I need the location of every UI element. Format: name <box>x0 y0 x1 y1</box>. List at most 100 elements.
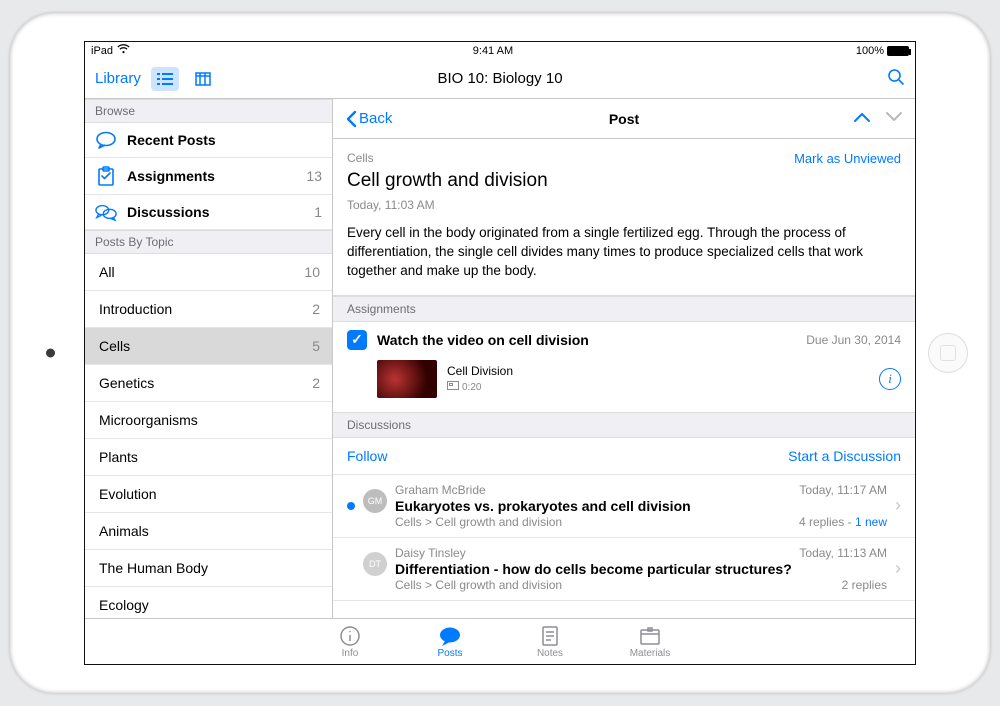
assignment-checkbox[interactable]: ✓ <box>347 330 367 350</box>
chevron-right-icon: › <box>895 558 901 579</box>
library-button[interactable]: Library <box>95 70 141 87</box>
browse-label: Assignments <box>127 168 296 184</box>
status-bar: iPad 9:41 AM 100% <box>85 42 915 59</box>
tab-label: Posts <box>437 648 462 659</box>
discussion-author: Daisy Tinsley <box>395 546 466 560</box>
browse-item-discussions[interactable]: Discussions 1 <box>85 195 332 230</box>
topic-item-the-human-body[interactable]: The Human Body <box>85 550 332 587</box>
discussion-path: Cells > Cell growth and division <box>395 515 562 529</box>
main-nav: Library BIO 10: Biology 10 <box>85 59 915 99</box>
ipad-bezel: iPad 9:41 AM 100% Library <box>10 13 990 693</box>
sidebar: Browse Recent Posts Assignments 13 Discu… <box>85 99 333 618</box>
post-header: Cells Mark as Unviewed Cell growth and d… <box>333 139 915 296</box>
next-post-button[interactable] <box>885 111 903 126</box>
tab-notes[interactable]: Notes <box>521 625 579 659</box>
tab-posts[interactable]: Posts <box>421 625 479 659</box>
browse-header: Browse <box>85 99 332 123</box>
discussion-title: Eukaryotes vs. prokaryotes and cell divi… <box>395 498 887 514</box>
materials-icon <box>639 625 661 647</box>
topic-item-genetics[interactable]: Genetics 2 <box>85 365 332 402</box>
browse-item-assignments[interactable]: Assignments 13 <box>85 158 332 195</box>
video-thumbnail[interactable] <box>377 360 437 398</box>
discussion-time: Today, 11:17 AM <box>799 483 887 497</box>
discussion-replies: 2 replies <box>842 578 887 592</box>
video-icon <box>447 381 459 393</box>
battery-pct: 100% <box>856 45 884 57</box>
battery-icon <box>887 46 909 56</box>
discussions-header: Discussions <box>333 412 915 438</box>
topic-item-cells[interactable]: Cells 5 <box>85 328 332 365</box>
topic-count: 5 <box>312 338 320 354</box>
topic-label: Microorganisms <box>99 412 198 428</box>
topic-count: 10 <box>304 264 320 280</box>
info-icon <box>339 625 361 647</box>
back-label: Back <box>359 110 392 127</box>
prev-post-button[interactable] <box>853 111 871 126</box>
speech-icon <box>95 131 117 149</box>
assign-icon <box>95 166 117 186</box>
tab-materials[interactable]: Materials <box>621 625 679 659</box>
posts-icon <box>438 625 462 647</box>
wifi-icon <box>117 44 130 57</box>
list-view-button[interactable] <box>151 67 179 91</box>
topic-item-evolution[interactable]: Evolution <box>85 476 332 513</box>
back-button[interactable]: Back <box>345 110 392 128</box>
calendar-view-button[interactable] <box>189 67 217 91</box>
discussion-replies: 4 replies - 1 new <box>799 515 887 529</box>
detail-nav: Back Post <box>333 99 915 139</box>
topic-item-all[interactable]: All 10 <box>85 254 332 291</box>
info-button[interactable]: i <box>879 368 901 390</box>
discussion-item[interactable]: DT Daisy Tinsley Today, 11:13 AM Differe… <box>333 538 915 601</box>
follow-button[interactable]: Follow <box>347 448 387 464</box>
topic-item-introduction[interactable]: Introduction 2 <box>85 291 332 328</box>
topic-label: Genetics <box>99 375 154 391</box>
attachment-duration: 0:20 <box>462 382 481 393</box>
assignment-due: Due Jun 30, 2014 <box>806 333 901 347</box>
topic-item-animals[interactable]: Animals <box>85 513 332 550</box>
topic-count: 2 <box>312 375 320 391</box>
topic-item-plants[interactable]: Plants <box>85 439 332 476</box>
topic-label: Animals <box>99 523 149 539</box>
assignment-item[interactable]: ✓ Watch the video on cell division Due J… <box>333 322 915 412</box>
tab-info[interactable]: Info <box>321 625 379 659</box>
page-title: BIO 10: Biology 10 <box>437 70 562 87</box>
post-category: Cells <box>347 151 374 166</box>
avatar: GM <box>363 489 387 513</box>
unread-dot-icon <box>347 502 355 510</box>
search-button[interactable] <box>887 68 905 90</box>
chevron-right-icon: › <box>895 495 901 516</box>
mark-unviewed-button[interactable]: Mark as Unviewed <box>794 151 901 166</box>
topic-label: Evolution <box>99 486 157 502</box>
detail-title: Post <box>609 111 639 127</box>
device-label: iPad <box>91 45 113 57</box>
browse-count: 1 <box>314 204 322 220</box>
topic-item-microorganisms[interactable]: Microorganisms <box>85 402 332 439</box>
tab-label: Materials <box>630 648 671 659</box>
discussion-title: Differentiation - how do cells become pa… <box>395 561 887 577</box>
browse-label: Recent Posts <box>127 132 312 148</box>
browse-label: Discussions <box>127 204 304 220</box>
assignment-title: Watch the video on cell division <box>377 332 796 348</box>
discussion-path: Cells > Cell growth and division <box>395 578 562 592</box>
post-time: Today, 11:03 AM <box>347 198 901 212</box>
camera-dot <box>46 349 55 358</box>
browse-item-recent-posts[interactable]: Recent Posts <box>85 123 332 158</box>
post-title: Cell growth and division <box>347 170 901 192</box>
browse-count: 13 <box>306 168 322 184</box>
discussion-author: Graham McBride <box>395 483 486 497</box>
assignments-header: Assignments <box>333 296 915 322</box>
tab-label: Notes <box>537 648 563 659</box>
post-body: Every cell in the body originated from a… <box>347 224 901 281</box>
notes-icon <box>541 625 559 647</box>
topic-item-ecology[interactable]: Ecology <box>85 587 332 618</box>
status-time: 9:41 AM <box>473 45 513 57</box>
topics-header: Posts By Topic <box>85 230 332 254</box>
discussion-item[interactable]: GM Graham McBride Today, 11:17 AM Eukary… <box>333 475 915 538</box>
topic-label: The Human Body <box>99 560 208 576</box>
home-button[interactable] <box>928 333 968 373</box>
topic-label: Plants <box>99 449 138 465</box>
start-discussion-button[interactable]: Start a Discussion <box>788 448 901 464</box>
discussion-icon <box>95 203 117 221</box>
topic-label: Introduction <box>99 301 172 317</box>
topic-label: Cells <box>99 338 130 354</box>
